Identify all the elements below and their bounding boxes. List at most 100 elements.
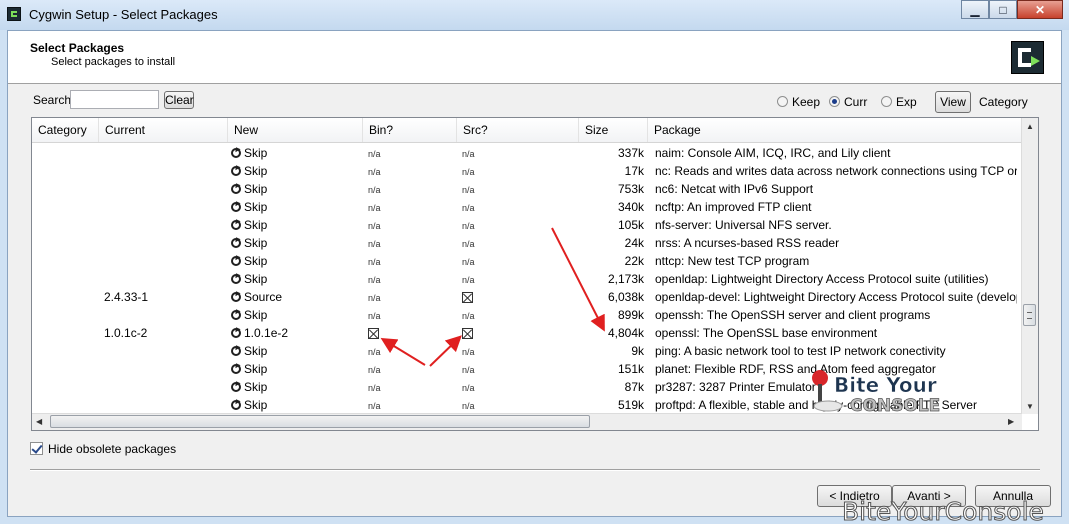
close-button[interactable]: ✕ [1017,0,1063,19]
column-current[interactable]: Current [99,118,228,142]
table-row[interactable]: Skip n/a n/a 519k proftpd: A flexible, stabl… [32,396,1026,414]
row-new-action[interactable]: Skip [231,270,361,288]
src-checkbox[interactable] [462,328,473,339]
bin-na-label: n/a [368,365,381,375]
table-row[interactable]: 2.4.33-1 Source n/a 6,038k openldap-devel: L… [32,288,1026,306]
column-category[interactable]: Category [32,118,99,142]
table-row[interactable]: Skip n/a n/a 151k planet: Flexible RDF, RSS … [32,360,1026,378]
row-new-action[interactable]: Source [231,288,361,306]
exp-radio[interactable] [881,96,892,107]
src-na-label: n/a [462,167,475,177]
table-row[interactable]: Skip n/a n/a 105k nfs-server: Universal NFS … [32,216,1026,234]
row-bin-cell: n/a [368,396,408,414]
table-row[interactable]: 1.0.1c-2 1.0.1e-2 4,804k openssl: The OpenS… [32,324,1026,342]
row-new-action[interactable]: Skip [231,162,361,180]
view-button[interactable]: View [935,91,971,113]
column-new[interactable]: New [228,118,363,142]
row-size: 337k [617,146,644,160]
horizontal-scrollbar[interactable]: ◀ ▶ [32,413,1022,430]
src-checkbox[interactable] [462,292,473,303]
row-bin-cell: n/a [368,216,408,234]
vertical-scroll-thumb[interactable] [1023,304,1036,326]
table-row[interactable]: Skip n/a n/a 24k nrss: A ncurses-based RSS r… [32,234,1026,252]
column-src[interactable]: Src? [457,118,579,142]
table-row[interactable]: Skip n/a n/a 753k nc6: Netcat with IPv6 Supp… [32,180,1026,198]
bin-checkbox[interactable] [368,328,379,339]
column-size[interactable]: Size [579,118,648,142]
row-current-version [104,396,224,414]
hide-obsolete-checkbox[interactable] [30,442,43,455]
table-row[interactable]: Skip n/a n/a 2,173k openldap: Lightweight Di… [32,270,1026,288]
view-mode-label: Category [979,95,1028,109]
table-row[interactable]: Skip n/a n/a 340k ncftp: An improved FTP cli… [32,198,1026,216]
row-new-action[interactable]: Skip [231,378,361,396]
maximize-button[interactable]: □ [989,0,1017,19]
table-row[interactable]: Skip n/a n/a 17k nc: Reads and writes data a… [32,162,1026,180]
row-bin-cell[interactable] [368,324,408,342]
row-package-name: openldap-devel: Lightweight Directory Ac… [655,290,1017,304]
row-new-action[interactable]: Skip [231,216,361,234]
row-new-action[interactable]: Skip [231,234,361,252]
cycle-action-icon[interactable] [231,184,241,194]
scroll-left-icon[interactable]: ◀ [36,417,42,426]
row-new-action[interactable]: 1.0.1e-2 [231,324,361,342]
row-src-cell: n/a [462,270,502,288]
table-row[interactable]: Skip n/a n/a 899k openssh: The OpenSSH serve… [32,306,1026,324]
cycle-action-icon[interactable] [231,256,241,266]
search-label: Search [33,93,72,107]
scroll-up-icon[interactable]: ▲ [1026,122,1034,131]
row-new-label: Skip [244,146,268,160]
cycle-action-icon[interactable] [231,166,241,176]
row-src-cell[interactable] [462,324,502,342]
row-new-action[interactable]: Skip [231,198,361,216]
table-row[interactable]: Skip n/a n/a 87k pr3287: 3287 Printer Emulat… [32,378,1026,396]
cycle-action-icon[interactable] [231,382,241,392]
cycle-action-icon[interactable] [231,400,241,410]
cycle-action-icon[interactable] [231,274,241,284]
src-na-label: n/a [462,257,475,267]
bin-na-label: n/a [368,167,381,177]
package-list[interactable]: Category Current New Bin? Src? Size Pack… [31,117,1039,431]
src-na-label: n/a [462,311,475,321]
cycle-action-icon[interactable] [231,310,241,320]
cycle-action-icon[interactable] [231,364,241,374]
search-input[interactable] [70,90,159,109]
row-new-action[interactable]: Skip [231,342,361,360]
row-package-name: proftpd: A flexible, stable and highly-c… [655,398,977,412]
row-bin-cell: n/a [368,378,408,396]
clear-button[interactable]: Clear [164,91,194,109]
row-bin-cell: n/a [368,162,408,180]
scroll-down-icon[interactable]: ▼ [1026,402,1034,411]
vertical-scrollbar[interactable]: ▲ ▼ [1021,118,1038,414]
footer-separator [30,469,1040,471]
column-package[interactable]: Package [648,118,1022,142]
cycle-action-icon[interactable] [231,148,241,158]
column-bin[interactable]: Bin? [363,118,457,142]
curr-radio[interactable] [829,96,840,107]
row-size: 899k [617,308,644,322]
cycle-action-icon[interactable] [231,292,241,302]
minimize-button[interactable]: ▁ [961,0,989,19]
row-new-action[interactable]: Skip [231,180,361,198]
cycle-action-icon[interactable] [231,202,241,212]
table-row[interactable]: Skip n/a n/a 9k ping: A basic network tool t… [32,342,1026,360]
row-new-action[interactable]: Skip [231,252,361,270]
row-new-action[interactable]: Skip [231,306,361,324]
cycle-action-icon[interactable] [231,238,241,248]
cycle-action-icon[interactable] [231,328,241,338]
row-new-action[interactable]: Skip [231,144,361,162]
row-new-action[interactable]: Skip [231,360,361,378]
keep-radio[interactable] [777,96,788,107]
cycle-action-icon[interactable] [231,220,241,230]
row-src-cell[interactable] [462,288,502,306]
row-package-name: openssl: The OpenSSL base environment [655,326,878,340]
row-new-action[interactable]: Skip [231,396,361,414]
scroll-right-icon[interactable]: ▶ [1008,417,1014,426]
row-package-name: nrss: A ncurses-based RSS reader [655,236,840,250]
row-package-name: nc: Reads and writes data across network… [655,164,1017,178]
table-row[interactable]: Skip n/a n/a 22k nttcp: New test TCP program [32,252,1026,270]
table-row[interactable]: Skip n/a n/a 337k naim: Console AIM, ICQ, IR… [32,144,1026,162]
cycle-action-icon[interactable] [231,346,241,356]
title-bar[interactable]: Cygwin Setup - Select Packages ▁ □ ✕ [0,0,1069,30]
horizontal-scroll-thumb[interactable] [50,415,590,428]
